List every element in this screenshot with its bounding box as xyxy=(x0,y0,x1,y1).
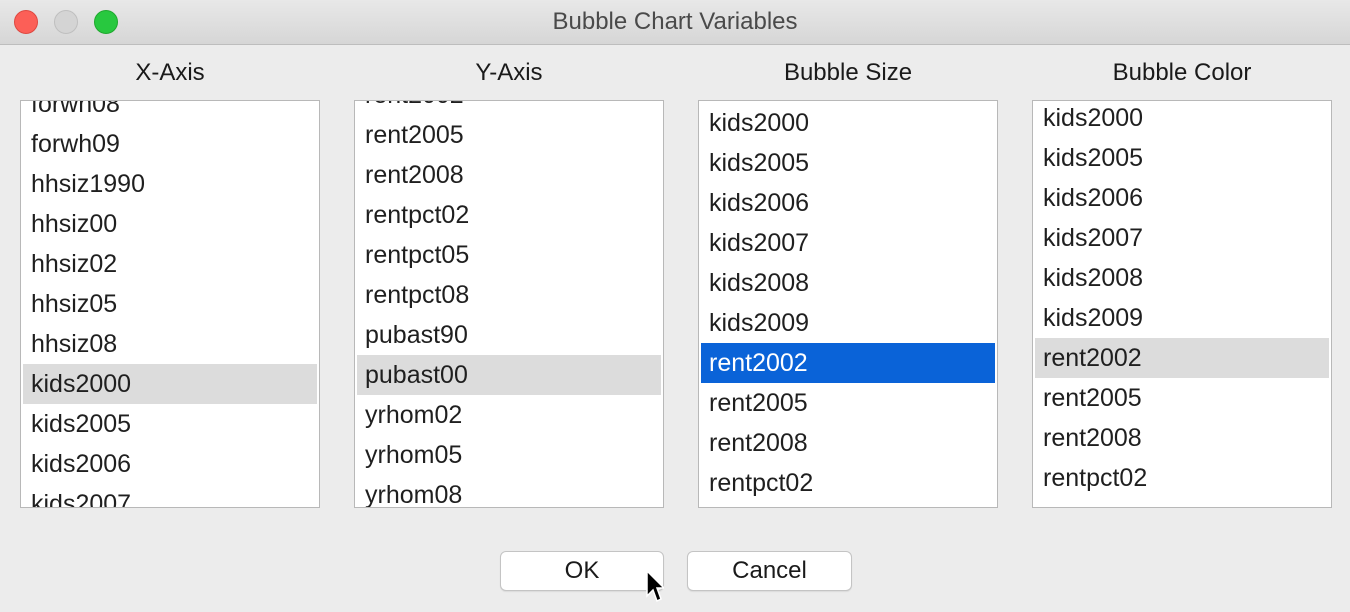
list-item[interactable]: hhsiz00 xyxy=(23,204,317,244)
list-item[interactable]: rentpct08 xyxy=(357,275,661,315)
x-axis-header: X-Axis xyxy=(135,59,205,86)
list-item[interactable]: rent2005 xyxy=(701,383,995,423)
list-item[interactable]: pubast90 xyxy=(357,315,661,355)
list-item[interactable]: rent2008 xyxy=(701,423,995,463)
list-item[interactable]: rentpct02 xyxy=(701,463,995,503)
list-item[interactable]: kids2005 xyxy=(23,404,317,444)
list-item[interactable]: rent2008 xyxy=(357,155,661,195)
window-title: Bubble Chart Variables xyxy=(552,8,798,35)
list-item[interactable]: forwh09 xyxy=(23,124,317,164)
list-item[interactable]: rent2008 xyxy=(1035,418,1329,458)
cancel-button[interactable]: Cancel xyxy=(687,551,852,591)
list-item[interactable]: rent2002 xyxy=(1035,338,1329,378)
title-bar[interactable]: Bubble Chart Variables xyxy=(0,0,1350,45)
list-item[interactable]: hhsiz1990 xyxy=(23,164,317,204)
ok-button[interactable]: OK xyxy=(500,551,664,591)
list-item[interactable]: hhsiz02 xyxy=(23,244,317,284)
bubble-size-header: Bubble Size xyxy=(783,59,913,86)
x-axis-list[interactable]: forwh08 forwh09 hhsiz1990 hhsiz00 hhsiz02 hhs… xyxy=(20,100,320,508)
list-item[interactable]: hhsiz05 xyxy=(23,284,317,324)
list-item[interactable]: rent2002 xyxy=(701,343,995,383)
list-item[interactable]: rentpct02 xyxy=(357,195,661,235)
list-item[interactable]: rent2005 xyxy=(357,115,661,155)
y-axis-header: Y-Axis xyxy=(475,59,543,86)
bubble-color-list[interactable]: kids2000 kids2005 kids2006 kids2007 kids2008… xyxy=(1032,100,1332,508)
y-axis-list[interactable]: rent2002rent2005rent2008rentpct02rentpct… xyxy=(354,100,664,508)
list-item[interactable]: kids2008 xyxy=(1035,258,1329,298)
list-item[interactable]: kids2006 xyxy=(701,183,995,223)
list-item[interactable]: kids2005 xyxy=(1035,138,1329,178)
list-item[interactable]: rent2005 xyxy=(1035,378,1329,418)
list-item[interactable]: kids2006 xyxy=(23,444,317,484)
bubble-color-header: Bubble Color xyxy=(1112,59,1252,86)
bubble-chart-variables-dialog: Bubble Chart Variables X-Axis forwh08 for… xyxy=(0,0,1350,612)
list-item[interactable]: kids2005 xyxy=(701,143,995,183)
list-item[interactable]: kids2000 xyxy=(701,103,995,143)
list-item[interactable]: kids2007 xyxy=(701,223,995,263)
list-item[interactable]: rent2002 xyxy=(357,101,661,115)
list-item[interactable]: yrhom05 xyxy=(357,435,661,475)
list-item[interactable]: hhsiz08 xyxy=(23,324,317,364)
list-item[interactable]: rentpct05 xyxy=(357,235,661,275)
mouse-pointer-icon xyxy=(646,570,664,603)
list-item[interactable]: kids2007 xyxy=(1035,218,1329,258)
list-item[interactable]: yrhom02 xyxy=(357,395,661,435)
list-item[interactable]: kids2007 xyxy=(23,484,317,507)
list-item[interactable]: kids2000 xyxy=(23,364,317,404)
list-item[interactable]: kids2000 xyxy=(1035,101,1329,138)
list-item[interactable]: kids2009 xyxy=(1035,298,1329,338)
list-item[interactable]: pubast00 xyxy=(357,355,661,395)
list-item[interactable]: rentpct02 xyxy=(1035,458,1329,498)
list-item[interactable]: kids2009 xyxy=(701,303,995,343)
list-item[interactable]: kids2006 xyxy=(1035,178,1329,218)
list-item[interactable]: yrhom08 xyxy=(357,475,661,507)
bubble-size-list[interactable]: kids2000 kids2005 kids2006 kids2007 kids2008… xyxy=(698,100,998,508)
list-item[interactable]: forwh08 xyxy=(23,101,317,124)
list-item[interactable]: kids2008 xyxy=(701,263,995,303)
